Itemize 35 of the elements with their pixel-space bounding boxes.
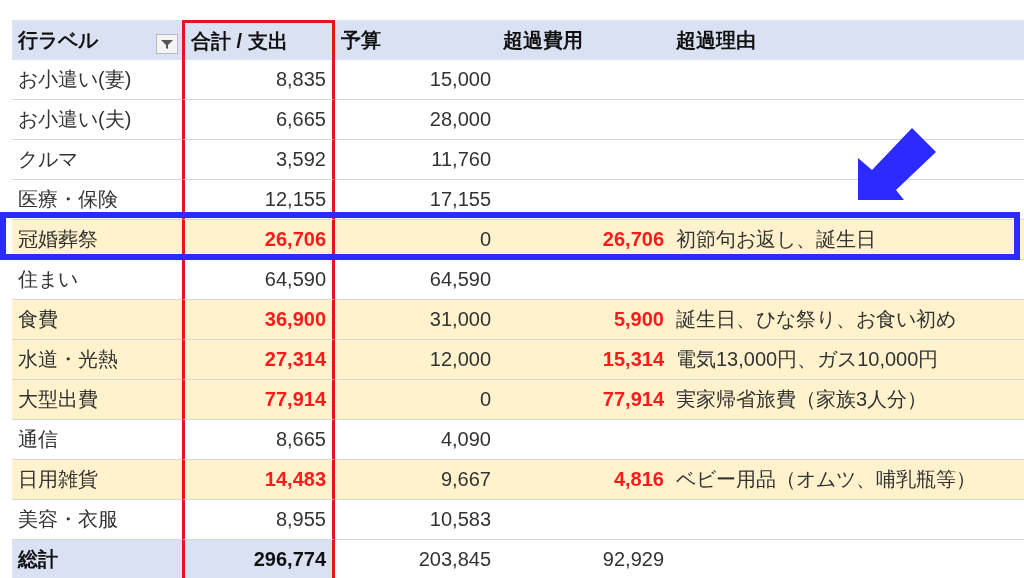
table-cell: 15,314	[497, 340, 670, 380]
row-label: 日用雑貨	[12, 460, 182, 500]
table-cell: 8,665	[182, 420, 335, 460]
table-cell: 12,000	[335, 340, 497, 380]
table-cell: 8,835	[182, 60, 335, 100]
row-label: 総計	[12, 540, 182, 578]
table-cell: 電気13,000円、ガス10,000円	[670, 340, 1024, 380]
row-label: 食費	[12, 300, 182, 340]
column-title: 超過費用	[503, 27, 583, 53]
table-cell: 4,816	[497, 460, 670, 500]
table-cell: 9,667	[335, 460, 497, 500]
table-cell: 77,914	[182, 380, 335, 420]
table-cell: 3,592	[182, 140, 335, 180]
table-cell: 36,900	[182, 300, 335, 340]
table-cell: 64,590	[182, 260, 335, 300]
row-label: 水道・光熱	[12, 340, 182, 380]
filter-button[interactable]	[156, 34, 178, 54]
column-title: 行ラベル	[18, 27, 98, 53]
table-cell: 0	[335, 380, 497, 420]
table-cell: ベビー用品（オムツ、哺乳瓶等）	[670, 460, 1024, 500]
table-cell: 27,314	[182, 340, 335, 380]
table-cell: 5,900	[497, 300, 670, 340]
column-title: 合計 / 支出	[191, 29, 288, 54]
row-label: 大型出費	[12, 380, 182, 420]
table-cell: 296,774	[182, 540, 335, 578]
table-cell: 31,000	[335, 300, 497, 340]
column-title: 超過理由	[676, 27, 756, 53]
table-cell: 77,914	[497, 380, 670, 420]
table-cell: 6,665	[182, 100, 335, 140]
table-cell: 誕生日、ひな祭り、お食い初め	[670, 300, 1024, 340]
column-title: 予算	[341, 27, 381, 53]
filter-icon	[160, 38, 174, 50]
table-cell: 実家帰省旅費（家族3人分）	[670, 380, 1024, 420]
table-cell: 14,483	[182, 460, 335, 500]
table-cell: 8,955	[182, 500, 335, 540]
